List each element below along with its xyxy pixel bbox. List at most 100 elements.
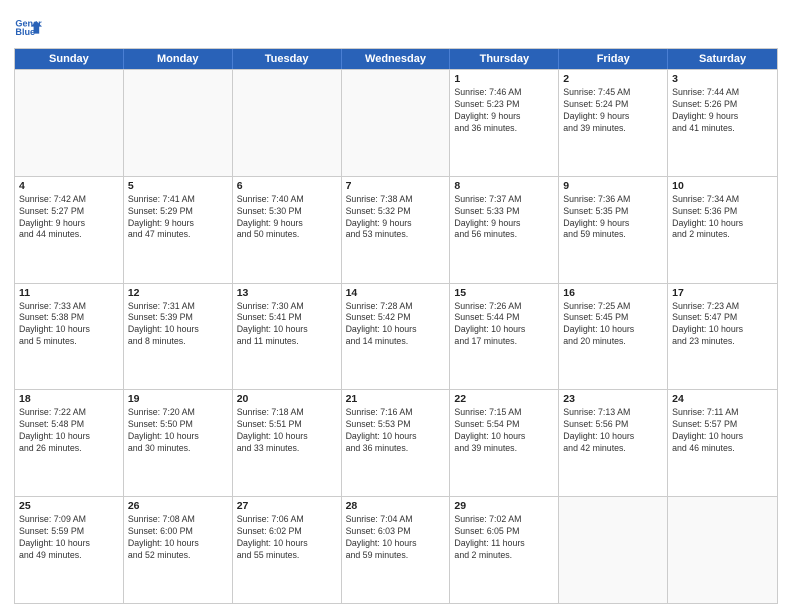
cal-cell: 23Sunrise: 7:13 AMSunset: 5:56 PMDayligh… bbox=[559, 390, 668, 496]
cell-info: Sunrise: 7:34 AMSunset: 5:36 PMDaylight:… bbox=[672, 194, 773, 242]
cell-info: Sunrise: 7:23 AMSunset: 5:47 PMDaylight:… bbox=[672, 301, 773, 349]
cell-info: Sunrise: 7:36 AMSunset: 5:35 PMDaylight:… bbox=[563, 194, 663, 242]
cell-info: Sunrise: 7:31 AMSunset: 5:39 PMDaylight:… bbox=[128, 301, 228, 349]
cal-cell bbox=[233, 70, 342, 176]
calendar: SundayMondayTuesdayWednesdayThursdayFrid… bbox=[14, 48, 778, 604]
day-header-sunday: Sunday bbox=[15, 49, 124, 69]
cal-cell: 24 Sunrise: 7:11 AMSunset: 5:57 PMDayligh… bbox=[668, 390, 777, 496]
cell-info: Sunrise: 7:13 AMSunset: 5:56 PMDaylight:… bbox=[563, 407, 663, 455]
cal-cell: 3 Sunrise: 7:44 AMSunset: 5:26 PMDaylight… bbox=[668, 70, 777, 176]
day-number: 27 bbox=[237, 500, 337, 512]
cal-cell: 16 Sunrise: 7:25 AMSunset: 5:45 PMDayligh… bbox=[559, 284, 668, 390]
calendar-row-2: 4Sunrise: 7:42 AMSunset: 5:27 PMDaylight… bbox=[15, 176, 777, 283]
logo: General Blue bbox=[14, 14, 46, 42]
day-number: 15 bbox=[454, 287, 554, 299]
day-number: 16 bbox=[563, 287, 663, 299]
day-header-monday: Monday bbox=[124, 49, 233, 69]
day-number: 22 bbox=[454, 393, 554, 405]
day-number: 20 bbox=[237, 393, 337, 405]
cell-info: Sunrise: 7:08 AMSunset: 6:00 PMDaylight:… bbox=[128, 514, 228, 562]
cal-cell bbox=[668, 497, 777, 603]
day-number: 12 bbox=[128, 287, 228, 299]
cell-info: Sunrise: 7:44 AMSunset: 5:26 PMDaylight:… bbox=[672, 87, 773, 135]
cal-cell: 1 Sunrise: 7:46 AMSunset: 5:23 PMDaylight… bbox=[450, 70, 559, 176]
cal-cell bbox=[15, 70, 124, 176]
cell-info: Sunrise: 7:40 AMSunset: 5:30 PMDaylight:… bbox=[237, 194, 337, 242]
day-header-wednesday: Wednesday bbox=[342, 49, 451, 69]
cal-cell: 6 Sunrise: 7:40 AMSunset: 5:30 PMDaylight… bbox=[233, 177, 342, 283]
cal-cell: 20 Sunrise: 7:18 AMSunset: 5:51 PMDayligh… bbox=[233, 390, 342, 496]
day-number: 5 bbox=[128, 180, 228, 192]
cell-info: Sunrise: 7:16 AMSunset: 5:53 PMDaylight:… bbox=[346, 407, 446, 455]
cell-info: Sunrise: 7:42 AMSunset: 5:27 PMDaylight:… bbox=[19, 194, 119, 242]
day-number: 25 bbox=[19, 500, 119, 512]
day-number: 19 bbox=[128, 393, 228, 405]
day-number: 2 bbox=[563, 73, 663, 85]
day-number: 26 bbox=[128, 500, 228, 512]
cal-cell: 27Sunrise: 7:06 AMSunset: 6:02 PMDayligh… bbox=[233, 497, 342, 603]
day-header-saturday: Saturday bbox=[668, 49, 777, 69]
cal-cell bbox=[559, 497, 668, 603]
cal-cell: 22 Sunrise: 7:15 AMSunset: 5:54 PMDayligh… bbox=[450, 390, 559, 496]
day-number: 24 bbox=[672, 393, 773, 405]
cal-cell: 19 Sunrise: 7:20 AMSunset: 5:50 PMDayligh… bbox=[124, 390, 233, 496]
day-number: 10 bbox=[672, 180, 773, 192]
cell-info: Sunrise: 7:09 AMSunset: 5:59 PMDaylight:… bbox=[19, 514, 119, 562]
cal-cell: 10 Sunrise: 7:34 AMSunset: 5:36 PMDayligh… bbox=[668, 177, 777, 283]
day-number: 1 bbox=[454, 73, 554, 85]
cell-info: Sunrise: 7:18 AMSunset: 5:51 PMDaylight:… bbox=[237, 407, 337, 455]
cell-info: Sunrise: 7:45 AMSunset: 5:24 PMDaylight:… bbox=[563, 87, 663, 135]
day-header-tuesday: Tuesday bbox=[233, 49, 342, 69]
cell-info: Sunrise: 7:15 AMSunset: 5:54 PMDaylight:… bbox=[454, 407, 554, 455]
calendar-row-1: 1 Sunrise: 7:46 AMSunset: 5:23 PMDaylight… bbox=[15, 69, 777, 176]
cell-info: Sunrise: 7:26 AMSunset: 5:44 PMDaylight:… bbox=[454, 301, 554, 349]
cal-cell bbox=[342, 70, 451, 176]
day-number: 6 bbox=[237, 180, 337, 192]
day-number: 21 bbox=[346, 393, 446, 405]
cal-cell: 17 Sunrise: 7:23 AMSunset: 5:47 PMDayligh… bbox=[668, 284, 777, 390]
day-number: 18 bbox=[19, 393, 119, 405]
cell-info: Sunrise: 7:20 AMSunset: 5:50 PMDaylight:… bbox=[128, 407, 228, 455]
day-number: 17 bbox=[672, 287, 773, 299]
calendar-row-4: 18 Sunrise: 7:22 AMSunset: 5:48 PMDayligh… bbox=[15, 389, 777, 496]
cal-cell: 4Sunrise: 7:42 AMSunset: 5:27 PMDaylight… bbox=[15, 177, 124, 283]
calendar-row-3: 11 Sunrise: 7:33 AMSunset: 5:38 PMDayligh… bbox=[15, 283, 777, 390]
cal-cell: 28 Sunrise: 7:04 AMSunset: 6:03 PMDayligh… bbox=[342, 497, 451, 603]
cell-info: Sunrise: 7:33 AMSunset: 5:38 PMDaylight:… bbox=[19, 301, 119, 349]
cal-cell: 11 Sunrise: 7:33 AMSunset: 5:38 PMDayligh… bbox=[15, 284, 124, 390]
cell-info: Sunrise: 7:38 AMSunset: 5:32 PMDaylight:… bbox=[346, 194, 446, 242]
cell-info: Sunrise: 7:41 AMSunset: 5:29 PMDaylight:… bbox=[128, 194, 228, 242]
cell-info: Sunrise: 7:11 AMSunset: 5:57 PMDaylight:… bbox=[672, 407, 773, 455]
cell-info: Sunrise: 7:22 AMSunset: 5:48 PMDaylight:… bbox=[19, 407, 119, 455]
day-number: 28 bbox=[346, 500, 446, 512]
day-number: 13 bbox=[237, 287, 337, 299]
day-header-thursday: Thursday bbox=[450, 49, 559, 69]
logo-icon: General Blue bbox=[14, 14, 42, 42]
cal-cell: 25 Sunrise: 7:09 AMSunset: 5:59 PMDayligh… bbox=[15, 497, 124, 603]
day-number: 11 bbox=[19, 287, 119, 299]
cell-info: Sunrise: 7:28 AMSunset: 5:42 PMDaylight:… bbox=[346, 301, 446, 349]
cal-cell: 7Sunrise: 7:38 AMSunset: 5:32 PMDaylight… bbox=[342, 177, 451, 283]
cell-info: Sunrise: 7:02 AMSunset: 6:05 PMDaylight:… bbox=[454, 514, 554, 562]
cal-cell: 9 Sunrise: 7:36 AMSunset: 5:35 PMDaylight… bbox=[559, 177, 668, 283]
cell-info: Sunrise: 7:30 AMSunset: 5:41 PMDaylight:… bbox=[237, 301, 337, 349]
cal-cell: 21 Sunrise: 7:16 AMSunset: 5:53 PMDayligh… bbox=[342, 390, 451, 496]
cal-cell: 8Sunrise: 7:37 AMSunset: 5:33 PMDaylight… bbox=[450, 177, 559, 283]
cal-cell bbox=[124, 70, 233, 176]
day-header-friday: Friday bbox=[559, 49, 668, 69]
cell-info: Sunrise: 7:04 AMSunset: 6:03 PMDaylight:… bbox=[346, 514, 446, 562]
day-number: 8 bbox=[454, 180, 554, 192]
cal-cell: 2 Sunrise: 7:45 AMSunset: 5:24 PMDaylight… bbox=[559, 70, 668, 176]
svg-text:Blue: Blue bbox=[15, 27, 35, 37]
cell-info: Sunrise: 7:46 AMSunset: 5:23 PMDaylight:… bbox=[454, 87, 554, 135]
cal-cell: 29Sunrise: 7:02 AMSunset: 6:05 PMDayligh… bbox=[450, 497, 559, 603]
cell-info: Sunrise: 7:25 AMSunset: 5:45 PMDaylight:… bbox=[563, 301, 663, 349]
day-number: 14 bbox=[346, 287, 446, 299]
cal-cell: 14 Sunrise: 7:28 AMSunset: 5:42 PMDayligh… bbox=[342, 284, 451, 390]
cal-cell: 13 Sunrise: 7:30 AMSunset: 5:41 PMDayligh… bbox=[233, 284, 342, 390]
cal-cell: 5 Sunrise: 7:41 AMSunset: 5:29 PMDaylight… bbox=[124, 177, 233, 283]
day-number: 3 bbox=[672, 73, 773, 85]
day-number: 9 bbox=[563, 180, 663, 192]
cal-cell: 12 Sunrise: 7:31 AMSunset: 5:39 PMDayligh… bbox=[124, 284, 233, 390]
cal-cell: 15 Sunrise: 7:26 AMSunset: 5:44 PMDayligh… bbox=[450, 284, 559, 390]
